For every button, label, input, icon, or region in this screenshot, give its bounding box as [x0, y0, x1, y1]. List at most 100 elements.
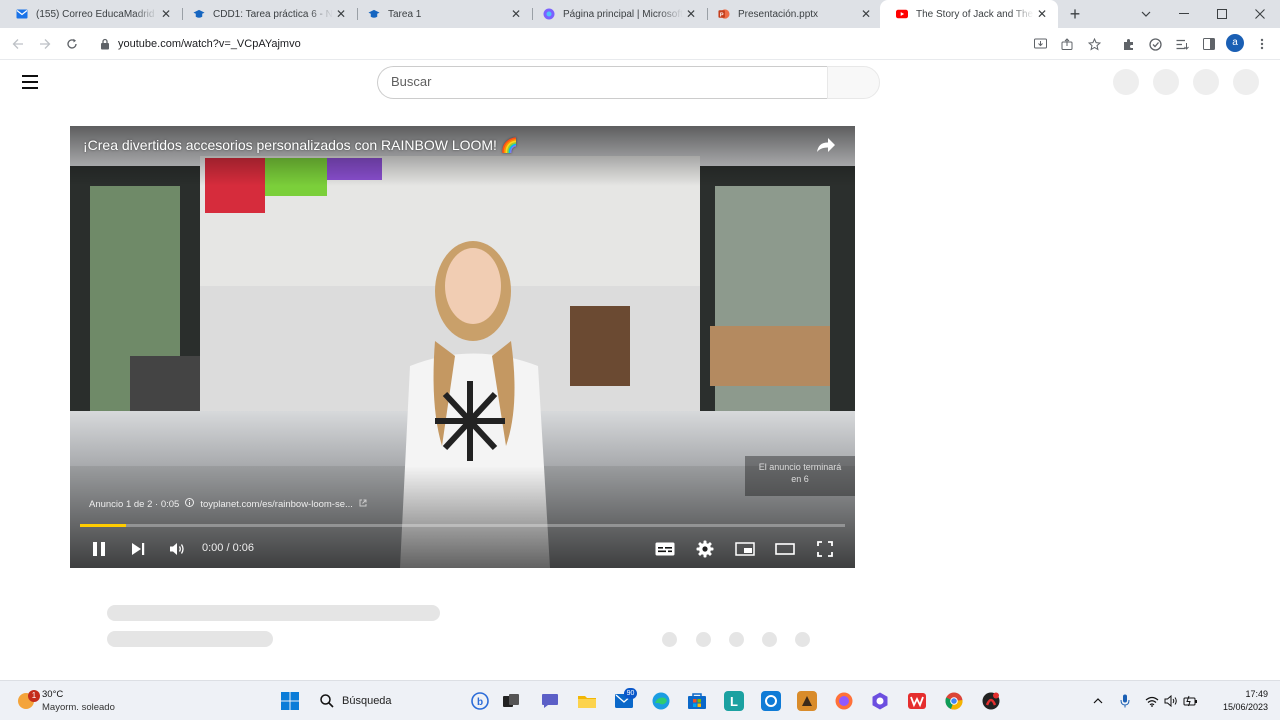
address-bar[interactable]: youtube.com/watch?v=_VCpAYajmvo: [92, 31, 1112, 57]
extension-icon[interactable]: [1146, 35, 1164, 53]
settings-button[interactable]: [693, 538, 717, 560]
url-text[interactable]: youtube.com/watch?v=_VCpAYajmvo: [118, 38, 301, 50]
close-tab-icon[interactable]: ✕: [508, 6, 524, 22]
copilot-icon: [543, 8, 555, 20]
tab-title: Tarea 1: [388, 8, 422, 20]
browser-toolbar: youtube.com/watch?v=_VCpAYajmvo: [0, 28, 1280, 60]
side-panel-icon[interactable]: [1200, 35, 1218, 53]
system-clock[interactable]: 17:49 15/06/2023: [1208, 688, 1268, 714]
app-hexagon-icon[interactable]: [870, 691, 890, 711]
edge-browser-icon[interactable]: [651, 691, 671, 711]
tab-presentacion[interactable]: P Presentación.pptx ✕: [702, 0, 882, 28]
microsoft-store-icon[interactable]: [687, 691, 707, 711]
arrow-left-icon: [12, 39, 23, 49]
search-button[interactable]: [827, 66, 880, 99]
microphone-icon[interactable]: [1117, 693, 1133, 709]
tab-tarea-practica[interactable]: CDD1: Tarea práctica 6 - Nive ✕: [177, 0, 357, 28]
forward-button[interactable]: [35, 34, 55, 54]
close-tab-icon[interactable]: ✕: [1034, 6, 1050, 22]
firefox-icon[interactable]: [834, 691, 854, 711]
next-button[interactable]: [126, 538, 150, 560]
wifi-icon[interactable]: [1144, 693, 1160, 709]
taskbar-search[interactable]: Búsqueda: [312, 689, 462, 713]
reload-icon: [67, 38, 77, 49]
lock-icon[interactable]: [100, 37, 110, 55]
pause-button[interactable]: [87, 538, 111, 560]
header-placeholder-circle: [1233, 69, 1259, 95]
reading-list-icon[interactable]: [1173, 35, 1191, 53]
tab-title: Página principal | Microsoft: [563, 8, 683, 20]
ad-counter: Anuncio 1 de 2 · 0:05: [89, 498, 180, 510]
subtitles-button[interactable]: [653, 538, 677, 560]
tab-youtube-active[interactable]: The Story of Jack and The ✕: [880, 0, 1058, 28]
app-game-icon[interactable]: [797, 691, 817, 711]
weather-widget[interactable]: 1 30°C Mayorm. soleado: [18, 687, 128, 715]
bookmark-star-icon[interactable]: [1086, 36, 1102, 52]
minimize-window-icon[interactable]: [1165, 0, 1203, 28]
theater-mode-button[interactable]: [773, 538, 797, 560]
share-icon[interactable]: [1059, 36, 1075, 52]
tab-title: (155) Correo EducaMadrid - Ni: [36, 8, 158, 20]
fullscreen-button[interactable]: [813, 538, 837, 560]
wps-office-icon[interactable]: [907, 691, 927, 711]
video-title[interactable]: ¡Crea divertidos accesorios personalizad…: [83, 137, 518, 154]
action-placeholder: [762, 632, 777, 647]
player-controls: 0:00 / 0:06: [70, 530, 855, 568]
ad-info: Anuncio 1 de 2 · 0:05 toyplanet.com/es/r…: [89, 498, 367, 510]
weather-temperature: 30°C: [42, 689, 64, 700]
search-box[interactable]: [377, 66, 827, 99]
profile-avatar[interactable]: a: [1226, 34, 1244, 52]
pause-icon: [93, 542, 105, 556]
app-l-icon[interactable]: L: [724, 691, 744, 711]
action-placeholder: [696, 632, 711, 647]
windows-start-icon[interactable]: [280, 691, 300, 711]
install-app-icon[interactable]: [1032, 36, 1048, 52]
info-icon[interactable]: [185, 498, 195, 510]
tab-correo[interactable]: (155) Correo EducaMadrid - Ni ✕: [0, 0, 182, 28]
youtube-icon: [896, 8, 908, 20]
close-tab-icon[interactable]: ✕: [683, 6, 699, 22]
chrome-icon[interactable]: [944, 691, 964, 711]
speaker-icon[interactable]: [1163, 693, 1179, 709]
advertiser-link[interactable]: toyplanet.com/es/rainbow-loom-se...: [200, 499, 353, 510]
search-icon: [320, 694, 334, 708]
reload-button[interactable]: [62, 34, 82, 54]
weather-notification-badge: 1: [28, 690, 40, 702]
share-arrow-icon[interactable]: [817, 138, 835, 157]
bing-icon[interactable]: b: [470, 691, 490, 711]
teams-chat-icon[interactable]: [540, 691, 560, 711]
progress-bar[interactable]: [80, 524, 845, 527]
volume-icon: [170, 543, 184, 555]
close-tab-icon[interactable]: ✕: [333, 6, 349, 22]
more-menu-icon[interactable]: [1253, 35, 1271, 53]
tab-search-chevron-icon[interactable]: [1127, 0, 1165, 28]
search-input[interactable]: [391, 74, 811, 89]
app-blue-icon[interactable]: [761, 691, 781, 711]
maximize-window-icon[interactable]: [1203, 0, 1241, 28]
new-tab-button[interactable]: +: [1066, 5, 1084, 23]
extensions-puzzle-icon[interactable]: [1119, 35, 1137, 53]
task-view-icon[interactable]: [501, 691, 521, 711]
back-button[interactable]: [8, 34, 28, 54]
mail-icon: [16, 8, 28, 20]
battery-icon[interactable]: [1183, 693, 1199, 709]
fullscreen-icon: [817, 541, 833, 557]
chevron-up-icon[interactable]: [1090, 693, 1106, 709]
miniplayer-button[interactable]: [733, 538, 757, 560]
volume-button[interactable]: [165, 538, 189, 560]
tab-tarea-1[interactable]: Tarea 1 ✕: [352, 0, 532, 28]
app-red-black-icon[interactable]: [981, 691, 1001, 711]
menu-hamburger-icon[interactable]: [22, 75, 38, 89]
windows-taskbar: 1 30°C Mayorm. soleado Búsqueda b 90 L 1…: [0, 680, 1280, 720]
miniplayer-icon: [735, 542, 755, 556]
svg-text:b: b: [477, 697, 483, 708]
channel-placeholder: [107, 631, 273, 647]
close-tab-icon[interactable]: ✕: [858, 6, 874, 22]
file-explorer-icon[interactable]: [577, 691, 597, 711]
video-player[interactable]: ¡Crea divertidos accesorios personalizad…: [70, 126, 855, 568]
close-tab-icon[interactable]: ✕: [158, 6, 174, 22]
external-link-icon[interactable]: [359, 499, 367, 510]
close-window-icon[interactable]: [1241, 0, 1279, 28]
subtitles-icon: [655, 542, 675, 556]
tab-microsoft[interactable]: Página principal | Microsoft ✕: [527, 0, 707, 28]
